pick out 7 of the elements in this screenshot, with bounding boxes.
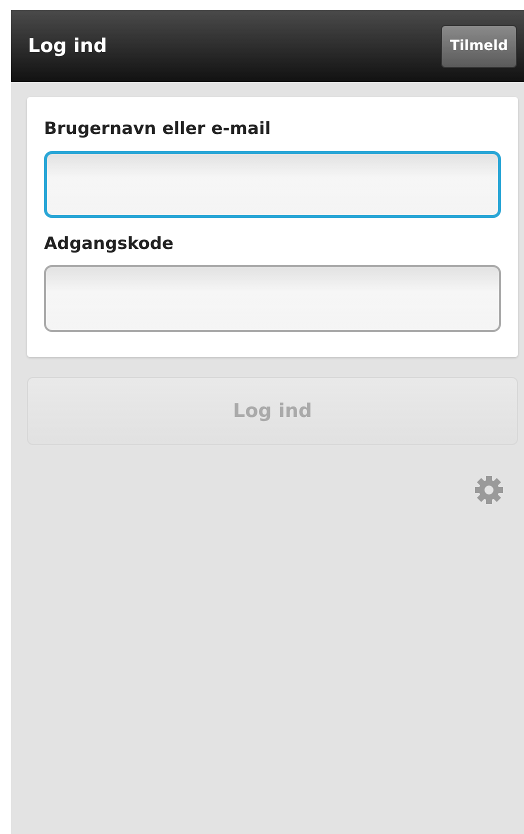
username-field[interactable] [44, 150, 501, 218]
field-label: Adgangskode [44, 232, 175, 256]
settings-icon[interactable] [474, 475, 504, 505]
screen-title: Log ind [28, 34, 108, 59]
signup-button[interactable]: Tilmeld [440, 24, 517, 68]
field-label: Brugernavn eller e-mail [44, 118, 272, 141]
password-field[interactable] [44, 265, 501, 332]
